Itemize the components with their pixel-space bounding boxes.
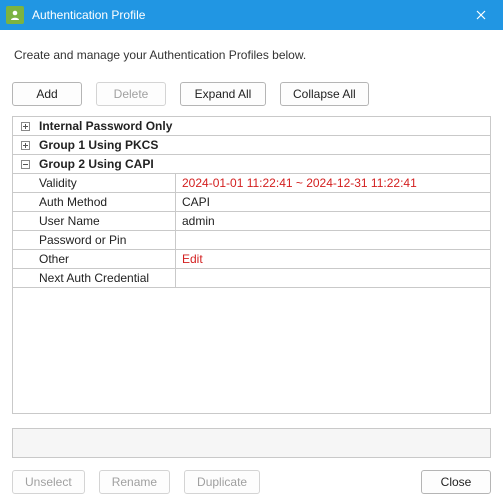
row-auth-method[interactable]: Auth Method CAPI xyxy=(13,193,490,212)
status-bar xyxy=(12,428,491,458)
window-close-button[interactable] xyxy=(459,0,503,30)
group-label: Internal Password Only xyxy=(37,119,172,133)
group-pkcs[interactable]: Group 1 Using PKCS xyxy=(13,136,490,155)
delete-button[interactable]: Delete xyxy=(96,82,166,106)
dialog-body: Create and manage your Authentication Pr… xyxy=(0,30,503,504)
row-validity[interactable]: Validity 2024-01-01 11:22:41 ~ 2024-12-3… xyxy=(13,174,490,193)
collapse-all-button[interactable]: Collapse All xyxy=(280,82,369,106)
app-user-icon xyxy=(6,6,24,24)
row-other[interactable]: Other Edit xyxy=(13,250,490,269)
unselect-button[interactable]: Unselect xyxy=(12,470,85,494)
profile-tree: Internal Password Only Group 1 Using PKC… xyxy=(12,116,491,288)
row-key: Auth Method xyxy=(13,193,176,211)
duplicate-button[interactable]: Duplicate xyxy=(184,470,260,494)
empty-panel xyxy=(12,288,491,414)
row-next-auth-credential[interactable]: Next Auth Credential xyxy=(13,269,490,288)
group-internal-password[interactable]: Internal Password Only xyxy=(13,117,490,136)
window-title: Authentication Profile xyxy=(32,8,145,22)
group-label: Group 1 Using PKCS xyxy=(37,138,158,152)
group-label: Group 2 Using CAPI xyxy=(37,157,154,171)
row-key: Next Auth Credential xyxy=(13,269,176,287)
row-key: Password or Pin xyxy=(13,231,176,249)
edit-link[interactable]: Edit xyxy=(176,250,490,268)
add-button[interactable]: Add xyxy=(12,82,82,106)
row-value xyxy=(176,231,490,249)
close-button[interactable]: Close xyxy=(421,470,491,494)
row-key: Validity xyxy=(13,174,176,192)
row-value xyxy=(176,269,490,287)
row-user-name[interactable]: User Name admin xyxy=(13,212,490,231)
expand-all-button[interactable]: Expand All xyxy=(180,82,266,106)
row-key: Other xyxy=(13,250,176,268)
row-password-or-pin[interactable]: Password or Pin xyxy=(13,231,490,250)
top-button-row: Add Delete Expand All Collapse All xyxy=(12,82,491,106)
group-capi[interactable]: Group 2 Using CAPI xyxy=(13,155,490,174)
instruction-text: Create and manage your Authentication Pr… xyxy=(14,48,491,62)
plus-icon[interactable] xyxy=(21,141,30,150)
row-key: User Name xyxy=(13,212,176,230)
bottom-button-row: Unselect Rename Duplicate Close xyxy=(12,470,491,494)
plus-icon[interactable] xyxy=(21,122,30,131)
titlebar: Authentication Profile xyxy=(0,0,503,30)
row-value: 2024-01-01 11:22:41 ~ 2024-12-31 11:22:4… xyxy=(176,174,490,192)
close-icon xyxy=(476,10,486,20)
row-value: CAPI xyxy=(176,193,490,211)
minus-icon[interactable] xyxy=(21,160,30,169)
rename-button[interactable]: Rename xyxy=(99,470,170,494)
row-value: admin xyxy=(176,212,490,230)
